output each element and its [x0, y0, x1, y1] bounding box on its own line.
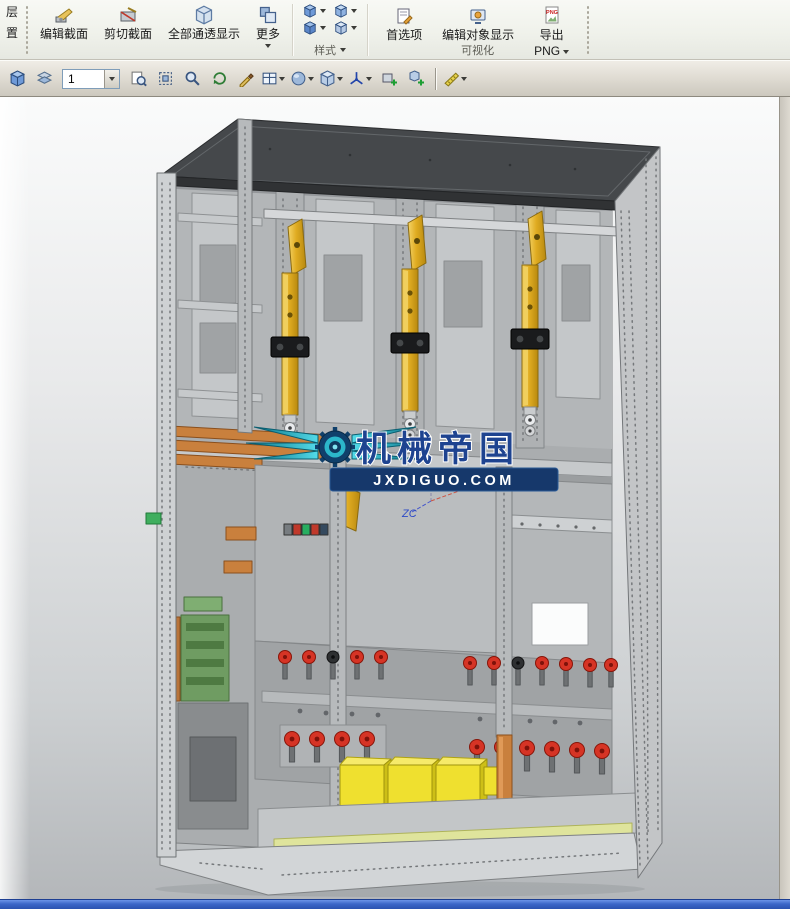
- layers-icon: [36, 70, 53, 87]
- scale-value: 1: [63, 70, 104, 88]
- model-canvas[interactable]: XC ZC: [0, 97, 779, 899]
- zoom-area-button[interactable]: [126, 67, 150, 91]
- edit-object-display-label: 编辑对象显示: [442, 29, 514, 42]
- edit-object-display-button[interactable]: 编辑对象显示: [434, 2, 522, 45]
- add-body-button[interactable]: [404, 67, 428, 91]
- style-group-label[interactable]: 样式: [297, 42, 363, 58]
- clip-section-icon: [118, 5, 138, 25]
- render-style-dropdown[interactable]: [290, 70, 316, 87]
- edit-section-label: 编辑截面: [40, 28, 88, 41]
- panel-middle[interactable]: [346, 471, 496, 653]
- zoom-area-icon: [130, 70, 147, 87]
- brush-button[interactable]: [234, 67, 258, 91]
- orient-view-cube-button[interactable]: [5, 67, 29, 91]
- new-component-button[interactable]: [377, 67, 401, 91]
- edit-object-display-icon: [469, 6, 487, 26]
- back-left-column[interactable]: [238, 119, 252, 433]
- rotate-icon: [211, 70, 228, 87]
- status-bar: [0, 899, 790, 909]
- measure-dropdown[interactable]: [443, 70, 469, 87]
- csys-dropdown[interactable]: [348, 70, 374, 87]
- window-style-dropdown[interactable]: [261, 70, 287, 87]
- view-toolbar: 1: [0, 60, 790, 97]
- panel-left[interactable]: [255, 465, 330, 645]
- measure-ruler-icon: [443, 70, 460, 87]
- layer-settings-button[interactable]: [32, 67, 56, 91]
- style-cube-icon: [334, 21, 348, 35]
- edit-section-icon: [54, 5, 74, 25]
- add-cube-icon: [408, 70, 425, 87]
- right-side-panel[interactable]: [615, 147, 662, 878]
- svg-text:PNG: PNG: [546, 10, 558, 16]
- style-cube-icon: [303, 4, 317, 18]
- visualization-group-label: 可视化: [372, 42, 583, 58]
- ribbon-separator: [292, 4, 293, 56]
- more-button[interactable]: 更多: [248, 1, 288, 59]
- magnifier-icon: [184, 70, 201, 87]
- ribbon-drag-handle[interactable]: [24, 5, 30, 55]
- ribbon: 层 置 编辑截面 剪切截面 全部通透显示 更多: [0, 0, 790, 60]
- style-cube-icon: [303, 21, 317, 35]
- window-grid-icon: [261, 70, 278, 87]
- more-dropdown-arrow: [265, 44, 271, 48]
- brush-icon: [238, 70, 255, 87]
- view-cube-icon: [9, 70, 26, 87]
- wcs-z-label: ZC: [401, 508, 417, 520]
- clip-section-label: 剪切截面: [104, 28, 152, 41]
- csys-axes-icon: [348, 70, 365, 87]
- ribbon-left-stub: 层 置: [2, 1, 22, 59]
- more-label: 更多: [256, 28, 280, 41]
- style-group: 样式: [297, 1, 363, 59]
- style-option-1[interactable]: [303, 4, 326, 18]
- toolbar-separator: [435, 68, 436, 90]
- right-rail: [779, 97, 790, 899]
- clip-section-button[interactable]: 剪切截面: [96, 1, 160, 59]
- export-png-icon: PNG: [543, 6, 561, 26]
- scale-combo-dropdown[interactable]: [104, 70, 119, 88]
- preferences-icon: [395, 6, 413, 26]
- graphics-viewport[interactable]: XC ZC: [0, 97, 779, 899]
- visualization-group: 首选项 编辑对象显示 PNG 导出 PNG: [372, 1, 583, 59]
- preferences-button[interactable]: 首选项: [378, 2, 430, 45]
- watermark-gear-icon: [315, 427, 355, 467]
- show-all-translucent-label: 全部通透显示: [168, 28, 240, 41]
- stub-label-1: 层: [6, 3, 18, 20]
- show-all-translucent-button[interactable]: 全部通透显示: [160, 1, 248, 59]
- preferences-label: 首选项: [386, 29, 422, 42]
- ribbon-separator: [367, 4, 368, 56]
- watermark-title: 机械帝国: [356, 430, 520, 469]
- fit-view-icon: [157, 70, 174, 87]
- display-mode-dropdown[interactable]: [319, 70, 345, 87]
- shaded-sphere-icon: [290, 70, 307, 87]
- edit-section-button[interactable]: 编辑截面: [32, 1, 96, 59]
- style-option-4[interactable]: [334, 21, 357, 35]
- add-window-icon: [381, 70, 398, 87]
- rotate-view-button[interactable]: [207, 67, 231, 91]
- cabinet-3d-model[interactable]: XC ZC: [146, 119, 662, 895]
- display-cube-icon: [319, 70, 336, 87]
- export-label-line1: 导出: [540, 29, 564, 42]
- nameplate-label: [532, 603, 588, 645]
- style-cube-icon: [334, 4, 348, 18]
- style-option-3[interactable]: [303, 21, 326, 35]
- scale-combo[interactable]: 1: [62, 69, 120, 89]
- translucent-cube-icon: [194, 5, 214, 25]
- ribbon-drag-handle-right[interactable]: [585, 5, 591, 55]
- fit-view-button[interactable]: [153, 67, 177, 91]
- connector-row[interactable]: [284, 524, 328, 535]
- cad-application-window: 层 置 编辑截面 剪切截面 全部通透显示 更多: [0, 0, 790, 909]
- zoom-button[interactable]: [180, 67, 204, 91]
- watermark-site-url: JXDIGUO.COM: [373, 473, 515, 489]
- more-icon: [258, 5, 278, 25]
- stub-label-2: 置: [6, 24, 18, 41]
- green-clamp[interactable]: [146, 513, 161, 524]
- style-option-2[interactable]: [334, 4, 357, 18]
